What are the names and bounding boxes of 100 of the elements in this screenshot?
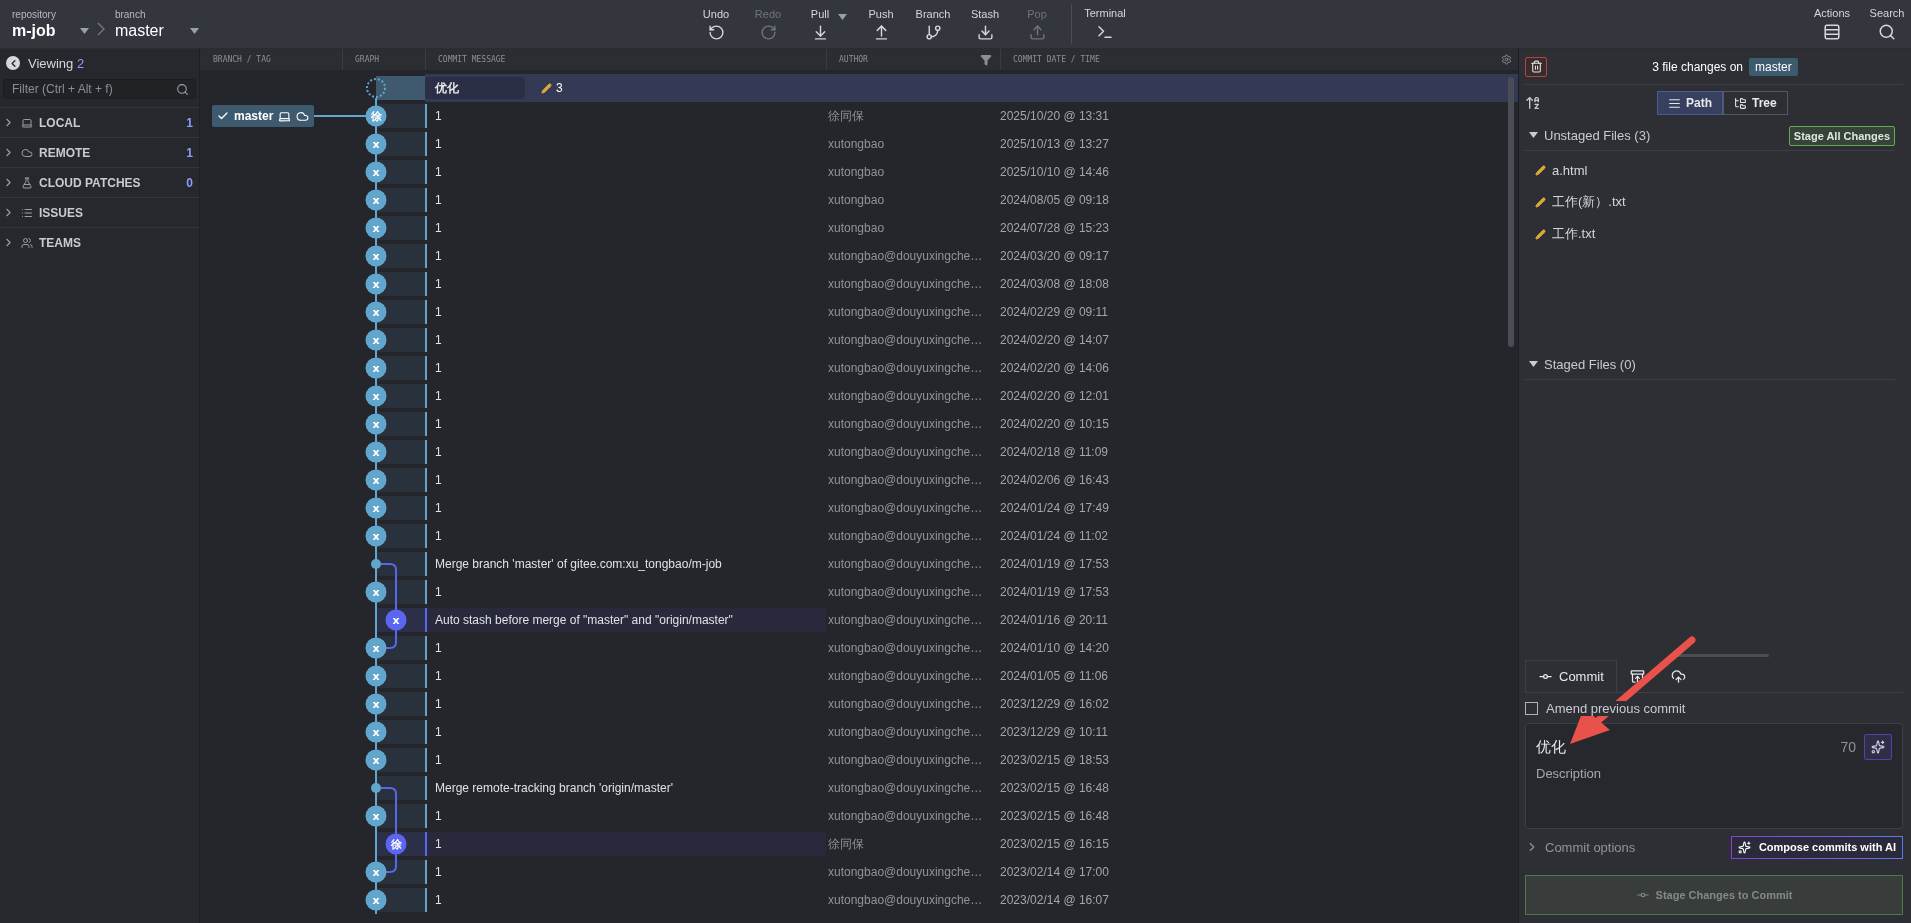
commit-message: 1 bbox=[425, 888, 826, 912]
character-count: 70 bbox=[1840, 739, 1856, 755]
scrollbar-thumb[interactable] bbox=[1508, 77, 1514, 347]
commit-tab[interactable]: Commit bbox=[1525, 660, 1617, 692]
branch-badge: master bbox=[1749, 57, 1798, 76]
commit-avatar[interactable]: x bbox=[365, 861, 387, 883]
commit-message: 1 bbox=[425, 440, 826, 464]
commit-avatar[interactable]: x bbox=[365, 581, 387, 603]
commit-avatar[interactable]: x bbox=[365, 357, 387, 379]
discard-button[interactable] bbox=[1525, 56, 1547, 77]
file-item[interactable]: 工作.txt bbox=[1525, 218, 1903, 250]
caret-icon[interactable] bbox=[838, 14, 847, 20]
commit-avatar[interactable]: x bbox=[365, 749, 387, 771]
commit-avatar[interactable]: x bbox=[365, 805, 387, 827]
commit-avatar[interactable]: x bbox=[365, 189, 387, 211]
undo-icon bbox=[707, 23, 725, 41]
commit-avatar[interactable]: x bbox=[365, 497, 387, 519]
actions-button[interactable]: Actions bbox=[1801, 0, 1863, 48]
redo-icon bbox=[759, 23, 777, 41]
collapse-button[interactable] bbox=[6, 56, 20, 70]
repository-picker[interactable]: repository m-job bbox=[12, 8, 56, 40]
commit-avatar[interactable]: x bbox=[365, 301, 387, 323]
sidebar-section[interactable]: REMOTE 1 bbox=[0, 137, 199, 167]
filter-icon[interactable] bbox=[980, 53, 992, 66]
search-button[interactable]: Search bbox=[1863, 0, 1911, 48]
view-toggle[interactable]: Tree bbox=[1723, 91, 1788, 115]
tree-icon bbox=[1734, 96, 1747, 110]
pencil-icon bbox=[1535, 196, 1546, 208]
unstaged-files-header[interactable]: Unstaged Files (3) bbox=[1529, 128, 1651, 143]
commit-date: 2024/01/05 @ 11:06 bbox=[1000, 669, 1110, 683]
commit-date: 2023/02/15 @ 16:48 bbox=[1000, 809, 1110, 823]
commit-avatar[interactable]: x bbox=[365, 385, 387, 407]
commit-date: 2025/10/20 @ 13:31 bbox=[1000, 109, 1110, 123]
commit-date: 2024/02/20 @ 10:15 bbox=[1000, 417, 1110, 431]
commit-avatar[interactable]: x bbox=[365, 693, 387, 715]
commit-date: 2024/07/28 @ 15:23 bbox=[1000, 221, 1110, 235]
description-field[interactable]: Description bbox=[1536, 766, 1892, 818]
commit-avatar[interactable]: x bbox=[365, 469, 387, 491]
commit-avatar[interactable]: x bbox=[365, 161, 387, 183]
commit-avatar[interactable]: x bbox=[365, 273, 387, 295]
commit-avatar[interactable]: x bbox=[365, 665, 387, 687]
sidebar-section[interactable]: LOCAL 1 bbox=[0, 107, 199, 137]
file-item[interactable]: 工作(新）.txt bbox=[1525, 186, 1903, 218]
commit-avatar[interactable]: x bbox=[365, 721, 387, 743]
commit-avatar[interactable]: 徐 bbox=[365, 105, 387, 127]
commit-author: xutongbao@douyuxingche… bbox=[827, 277, 984, 291]
commit-avatar[interactable]: 徐 bbox=[385, 833, 407, 855]
sidebar-section[interactable]: ISSUES bbox=[0, 197, 199, 227]
commit-date: 2024/02/20 @ 14:06 bbox=[1000, 361, 1110, 375]
commit-date: 2024/01/19 @ 17:53 bbox=[1000, 585, 1110, 599]
commit-author: xutongbao@douyuxingche… bbox=[827, 865, 984, 879]
commit-date: 2023/02/14 @ 17:00 bbox=[1000, 865, 1110, 879]
changed-count: 3 bbox=[541, 81, 563, 95]
compose-ai-button[interactable]: Compose commits with AI bbox=[1730, 835, 1903, 859]
commit-author: xutongbao bbox=[827, 137, 886, 151]
commit-avatar[interactable]: x bbox=[365, 637, 387, 659]
commit-avatar[interactable]: x bbox=[365, 441, 387, 463]
commit-date: 2024/01/16 @ 20:11 bbox=[1000, 613, 1110, 627]
branch-picker[interactable]: branch master bbox=[114, 8, 164, 40]
sidebar-section[interactable]: CLOUD PATCHES 0 bbox=[0, 167, 199, 197]
commit-avatar[interactable]: x bbox=[365, 245, 387, 267]
amend-checkbox[interactable] bbox=[1525, 701, 1538, 715]
branch-tag[interactable]: master bbox=[212, 105, 315, 127]
sidebar-section[interactable]: TEAMS bbox=[0, 227, 199, 257]
commit-author: xutongbao@douyuxingche… bbox=[827, 809, 984, 823]
commit-summary-field[interactable]: 优化 bbox=[1536, 738, 1833, 756]
commit-message: 1 bbox=[425, 636, 826, 660]
branch-button[interactable]: Branch bbox=[907, 0, 959, 48]
commit-avatar[interactable]: x bbox=[365, 889, 387, 911]
file-item[interactable]: a.html bbox=[1525, 154, 1903, 186]
filter-field[interactable]: Filter (Ctrl + Alt + f) bbox=[3, 79, 196, 99]
filter-input[interactable]: Filter (Ctrl + Alt + f) bbox=[10, 81, 176, 97]
commit-date: 2024/01/24 @ 17:49 bbox=[1000, 501, 1110, 515]
wip-message[interactable]: 优化 bbox=[425, 77, 525, 99]
view-toggle[interactable]: Path bbox=[1657, 91, 1723, 115]
ai-suggest-button[interactable] bbox=[1864, 734, 1892, 760]
commit-message-field[interactable]: 优化 70 Description bbox=[1525, 723, 1903, 829]
commit-options-toggle[interactable]: Commit options bbox=[1525, 839, 1636, 855]
undo-button[interactable]: Undo bbox=[690, 0, 742, 48]
terminal-button[interactable]: Terminal bbox=[1080, 0, 1130, 48]
commit-avatar[interactable]: x bbox=[365, 413, 387, 435]
pull-button[interactable]: Pull bbox=[794, 0, 846, 48]
commit-date: 2024/03/20 @ 09:17 bbox=[1000, 249, 1110, 263]
settings-icon[interactable] bbox=[1501, 54, 1512, 65]
commit-avatar[interactable]: x bbox=[365, 217, 387, 239]
section-label: TEAMS bbox=[39, 235, 81, 250]
commit-date: 2023/02/15 @ 18:53 bbox=[1000, 753, 1110, 767]
stage-all-button[interactable]: Stage All Changes bbox=[1788, 125, 1895, 146]
sort-icon[interactable] bbox=[1525, 95, 1541, 111]
commit-avatar[interactable]: x bbox=[385, 609, 407, 631]
stash-button[interactable]: Stash bbox=[959, 0, 1011, 48]
staged-files-header[interactable]: Staged Files (0) bbox=[1529, 357, 1636, 372]
commit-avatar[interactable]: x bbox=[365, 329, 387, 351]
commit-avatar[interactable]: x bbox=[365, 525, 387, 547]
commit-avatar[interactable]: x bbox=[365, 133, 387, 155]
search-icon bbox=[1878, 23, 1896, 41]
commit-message: Auto stash before merge of "master" and "origin/master" bbox=[425, 608, 826, 632]
commit-message: 1 bbox=[425, 524, 826, 548]
push-button[interactable]: Push bbox=[855, 0, 907, 48]
pencil-icon bbox=[1535, 164, 1546, 176]
